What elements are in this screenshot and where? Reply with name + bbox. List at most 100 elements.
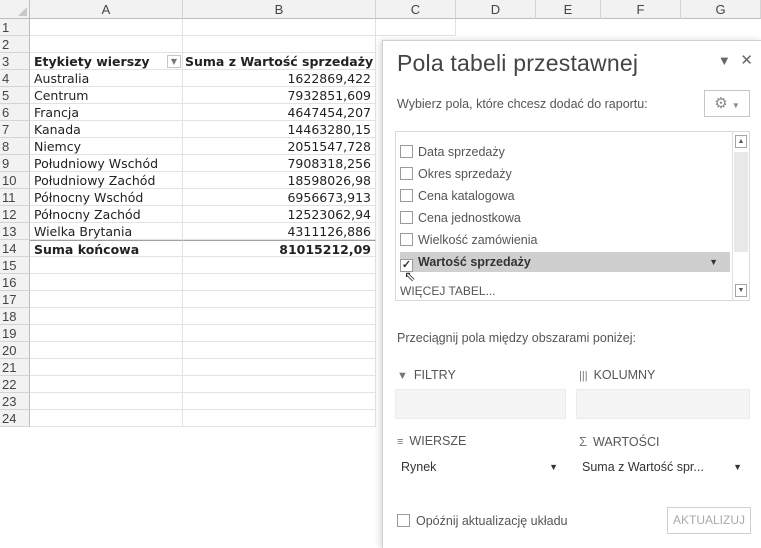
- cell[interactable]: [183, 36, 376, 53]
- chevron-down-icon[interactable]: ▼: [733, 455, 742, 479]
- row-header[interactable]: 9: [0, 155, 30, 172]
- pivot-row-value[interactable]: 4647454,207: [183, 104, 376, 121]
- pivot-value-header-cell[interactable]: Suma z Wartość sprzedaży: [183, 53, 376, 70]
- checkbox[interactable]: [400, 167, 413, 180]
- rows-area-item[interactable]: Rynek ▼: [395, 455, 566, 479]
- cell[interactable]: [30, 410, 183, 427]
- row-header[interactable]: 2: [0, 36, 30, 53]
- column-header-g[interactable]: G: [681, 0, 761, 19]
- update-button[interactable]: AKTUALIZUJ: [667, 507, 751, 534]
- field-item-selected[interactable]: ✓ Wartość sprzedaży ▼: [400, 252, 730, 272]
- pivot-row-value[interactable]: 12523062,94: [183, 206, 376, 223]
- select-all-corner[interactable]: [0, 0, 30, 19]
- cell[interactable]: [183, 308, 376, 325]
- cell[interactable]: [183, 342, 376, 359]
- pivot-row-label[interactable]: Północny Zachód: [30, 206, 183, 223]
- row-header[interactable]: 1: [0, 19, 30, 36]
- pivot-row-label[interactable]: Centrum: [30, 87, 183, 104]
- cell[interactable]: [30, 36, 183, 53]
- column-header-b[interactable]: B: [183, 0, 376, 19]
- cell[interactable]: [183, 359, 376, 376]
- row-header[interactable]: 23: [0, 393, 30, 410]
- pivot-row-label[interactable]: Kanada: [30, 121, 183, 138]
- cell[interactable]: [183, 257, 376, 274]
- cell[interactable]: [30, 291, 183, 308]
- row-header[interactable]: 20: [0, 342, 30, 359]
- column-header-e[interactable]: E: [536, 0, 601, 19]
- defer-update-checkbox[interactable]: Opóźnij aktualizację układu: [397, 514, 567, 528]
- field-item[interactable]: Wielkość zamówienia: [400, 230, 730, 250]
- row-header[interactable]: 3: [0, 53, 30, 70]
- row-header[interactable]: 5: [0, 87, 30, 104]
- scroll-down-icon[interactable]: ▼: [735, 284, 747, 297]
- checkbox[interactable]: [400, 145, 413, 158]
- row-header[interactable]: 19: [0, 325, 30, 342]
- pivot-total-label[interactable]: Suma końcowa: [30, 240, 183, 257]
- row-header[interactable]: 15: [0, 257, 30, 274]
- scrollbar[interactable]: ▲ ▼: [732, 132, 749, 300]
- chevron-down-icon[interactable]: ▼: [709, 252, 718, 272]
- row-header[interactable]: 6: [0, 104, 30, 121]
- row-header[interactable]: 10: [0, 172, 30, 189]
- cell[interactable]: [30, 325, 183, 342]
- pivot-row-value[interactable]: 6956673,913: [183, 189, 376, 206]
- field-item[interactable]: Cena jednostkowa: [400, 208, 730, 228]
- pivot-row-value[interactable]: 14463280,15: [183, 121, 376, 138]
- pivot-row-value[interactable]: 7908318,256: [183, 155, 376, 172]
- cell[interactable]: [30, 19, 183, 36]
- field-item[interactable]: Cena katalogowa: [400, 186, 730, 206]
- close-icon[interactable]: ✕: [740, 52, 753, 69]
- pivot-row-label[interactable]: Wielka Brytania: [30, 223, 183, 240]
- checkbox[interactable]: [400, 189, 413, 202]
- column-header-c[interactable]: C: [376, 0, 456, 19]
- pivot-row-value[interactable]: 4311126,886: [183, 223, 376, 240]
- row-header[interactable]: 11: [0, 189, 30, 206]
- more-tables-link[interactable]: WIĘCEJ TABEL...: [400, 284, 496, 298]
- pivot-total-value[interactable]: 81015212,09: [183, 240, 376, 257]
- row-header[interactable]: 14: [0, 240, 30, 257]
- pivot-row-value[interactable]: 1622869,422: [183, 70, 376, 87]
- checkbox[interactable]: [397, 514, 410, 527]
- cell[interactable]: [376, 19, 456, 36]
- row-header[interactable]: 8: [0, 138, 30, 155]
- cell[interactable]: [30, 274, 183, 291]
- column-header-a[interactable]: A: [30, 0, 183, 19]
- pivot-row-label[interactable]: Południowy Wschód: [30, 155, 183, 172]
- scroll-thumb[interactable]: [734, 152, 748, 252]
- cell[interactable]: [183, 393, 376, 410]
- cell[interactable]: [183, 410, 376, 427]
- row-header[interactable]: 21: [0, 359, 30, 376]
- row-header[interactable]: 4: [0, 70, 30, 87]
- cell[interactable]: [183, 376, 376, 393]
- pivot-row-label[interactable]: Niemcy: [30, 138, 183, 155]
- pivot-row-label[interactable]: Francja: [30, 104, 183, 121]
- panel-menu-icon[interactable]: ▼: [718, 53, 731, 68]
- values-area-item[interactable]: Suma z Wartość spr... ▼: [576, 455, 750, 479]
- cell[interactable]: [183, 325, 376, 342]
- cell[interactable]: [30, 308, 183, 325]
- pivot-row-value[interactable]: 2051547,728: [183, 138, 376, 155]
- row-header[interactable]: 18: [0, 308, 30, 325]
- checkbox[interactable]: [400, 233, 413, 246]
- cell[interactable]: [30, 342, 183, 359]
- pivot-row-label[interactable]: Północny Wschód: [30, 189, 183, 206]
- row-header[interactable]: 16: [0, 274, 30, 291]
- pivot-row-value[interactable]: 7932851,609: [183, 87, 376, 104]
- row-header[interactable]: 22: [0, 376, 30, 393]
- pivot-row-header-cell[interactable]: Etykiety wierszy ▼: [30, 53, 183, 70]
- scroll-up-icon[interactable]: ▲: [735, 135, 747, 148]
- row-header[interactable]: 24: [0, 410, 30, 427]
- cell[interactable]: [30, 359, 183, 376]
- cell[interactable]: [183, 274, 376, 291]
- cell[interactable]: [183, 19, 376, 36]
- filter-dropdown-icon[interactable]: ▼: [167, 55, 181, 68]
- checkbox[interactable]: [400, 211, 413, 224]
- pivot-row-label[interactable]: Południowy Zachód: [30, 172, 183, 189]
- column-header-d[interactable]: D: [456, 0, 536, 19]
- row-header[interactable]: 12: [0, 206, 30, 223]
- pivot-row-value[interactable]: 18598026,98: [183, 172, 376, 189]
- column-header-f[interactable]: F: [601, 0, 681, 19]
- cell[interactable]: [30, 257, 183, 274]
- chevron-down-icon[interactable]: ▼: [549, 455, 558, 479]
- cell[interactable]: [30, 376, 183, 393]
